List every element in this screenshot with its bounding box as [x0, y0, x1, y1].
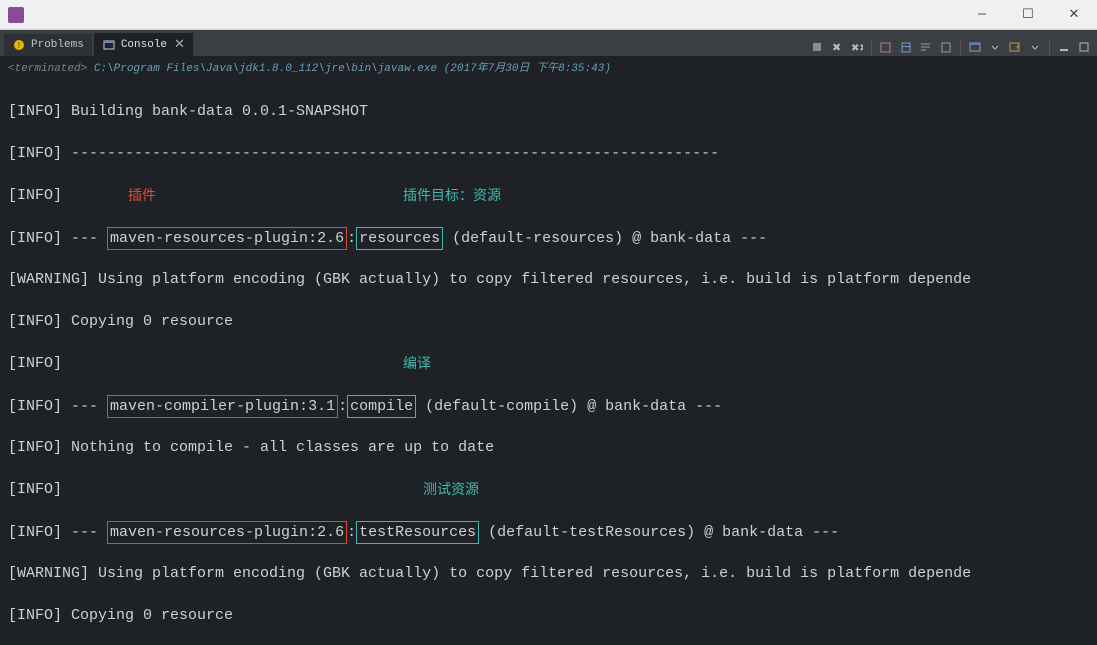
word-wrap-icon[interactable] [917, 38, 935, 56]
plugin-box: maven-resources-plugin:2.6 [107, 521, 347, 544]
separator [871, 39, 872, 55]
annotation-compile: 编译 [403, 353, 431, 374]
annotation-test-res: 测试资源 [423, 479, 479, 500]
console-icon [102, 38, 116, 52]
eclipse-icon [8, 7, 24, 23]
svg-text:+: + [1015, 43, 1020, 53]
terminated-label: <terminated> [8, 63, 87, 75]
console-line: [INFO] Copying 0 resource [8, 605, 1089, 626]
terminate-icon[interactable] [808, 38, 826, 56]
dropdown-icon[interactable] [986, 38, 1004, 56]
console-line: [INFO] --- maven-resources-plugin:2.6:te… [8, 521, 1089, 542]
tab-label: Problems [31, 39, 84, 51]
console-line: [INFO] --- maven-resources-plugin:2.6:re… [8, 227, 1089, 248]
goal-box: testResources [356, 521, 479, 544]
svg-text:✖✖: ✖✖ [851, 44, 863, 53]
remove-launch-icon[interactable]: ✖ [828, 38, 846, 56]
dropdown-icon[interactable] [1026, 38, 1044, 56]
tab-problems[interactable]: ! Problems [4, 34, 92, 56]
launch-status-line: <terminated> C:\Program Files\Java\jdk1.… [0, 56, 1097, 78]
svg-text:✖: ✖ [832, 43, 841, 53]
maximize-view-icon[interactable] [1075, 38, 1093, 56]
terminated-time: (2017年7月30日 下午8:35:43) [444, 63, 611, 75]
annotation-plugin-goal: 插件目标：资源 [403, 185, 501, 206]
tab-label: Console [121, 39, 167, 51]
separator [960, 39, 961, 55]
plugin-box: maven-resources-plugin:2.6 [107, 227, 347, 250]
console-line: [INFO] Building bank-data 0.0.1-SNAPSHOT [8, 101, 1089, 122]
svg-text:!: ! [16, 41, 21, 51]
console-output[interactable]: [INFO] Building bank-data 0.0.1-SNAPSHOT… [0, 78, 1097, 645]
minimize-view-icon[interactable] [1055, 38, 1073, 56]
goal-box: compile [347, 395, 416, 418]
open-console-icon[interactable]: + [1006, 38, 1024, 56]
annotation-plugin: 插件 [128, 185, 156, 206]
goal-box: resources [356, 227, 443, 250]
console-line: [INFO] Copying 0 resource [8, 311, 1089, 332]
plugin-box: maven-compiler-plugin:3.1 [107, 395, 338, 418]
console-line: [WARNING] Using platform encoding (GBK a… [8, 269, 1089, 290]
terminated-path: C:\Program Files\Java\jdk1.8.0_112\jre\b… [94, 63, 437, 75]
maximize-button[interactable]: ☐ [1005, 0, 1051, 30]
console-toolbar: ✖ ✖✖ + [808, 38, 1097, 56]
minimize-button[interactable]: ─ [959, 0, 1005, 30]
close-button[interactable]: ✕ [1051, 0, 1097, 30]
console-line: [INFO] --- maven-compiler-plugin:3.1:com… [8, 395, 1089, 416]
view-tabbar: ! Problems Console ✕ ✖ ✖✖ + [0, 30, 1097, 56]
tab-console[interactable]: Console ✕ [94, 33, 193, 56]
problems-icon: ! [12, 38, 26, 52]
display-selected-icon[interactable] [966, 38, 984, 56]
console-line: [INFO]插件插件目标：资源 [8, 185, 1089, 206]
console-line: [INFO]编译 [8, 353, 1089, 374]
clear-console-icon[interactable] [877, 38, 895, 56]
console-line: [WARNING] Using platform encoding (GBK a… [8, 563, 1089, 584]
console-line: [INFO]测试资源 [8, 479, 1089, 500]
remove-all-icon[interactable]: ✖✖ [848, 38, 866, 56]
window-titlebar: ─ ☐ ✕ [0, 0, 1097, 30]
close-icon[interactable]: ✕ [174, 37, 185, 52]
console-line: [INFO] ---------------------------------… [8, 143, 1089, 164]
console-line: [INFO] Nothing to compile - all classes … [8, 437, 1089, 458]
pin-console-icon[interactable] [937, 38, 955, 56]
separator [1049, 39, 1050, 55]
scroll-lock-icon[interactable] [897, 38, 915, 56]
